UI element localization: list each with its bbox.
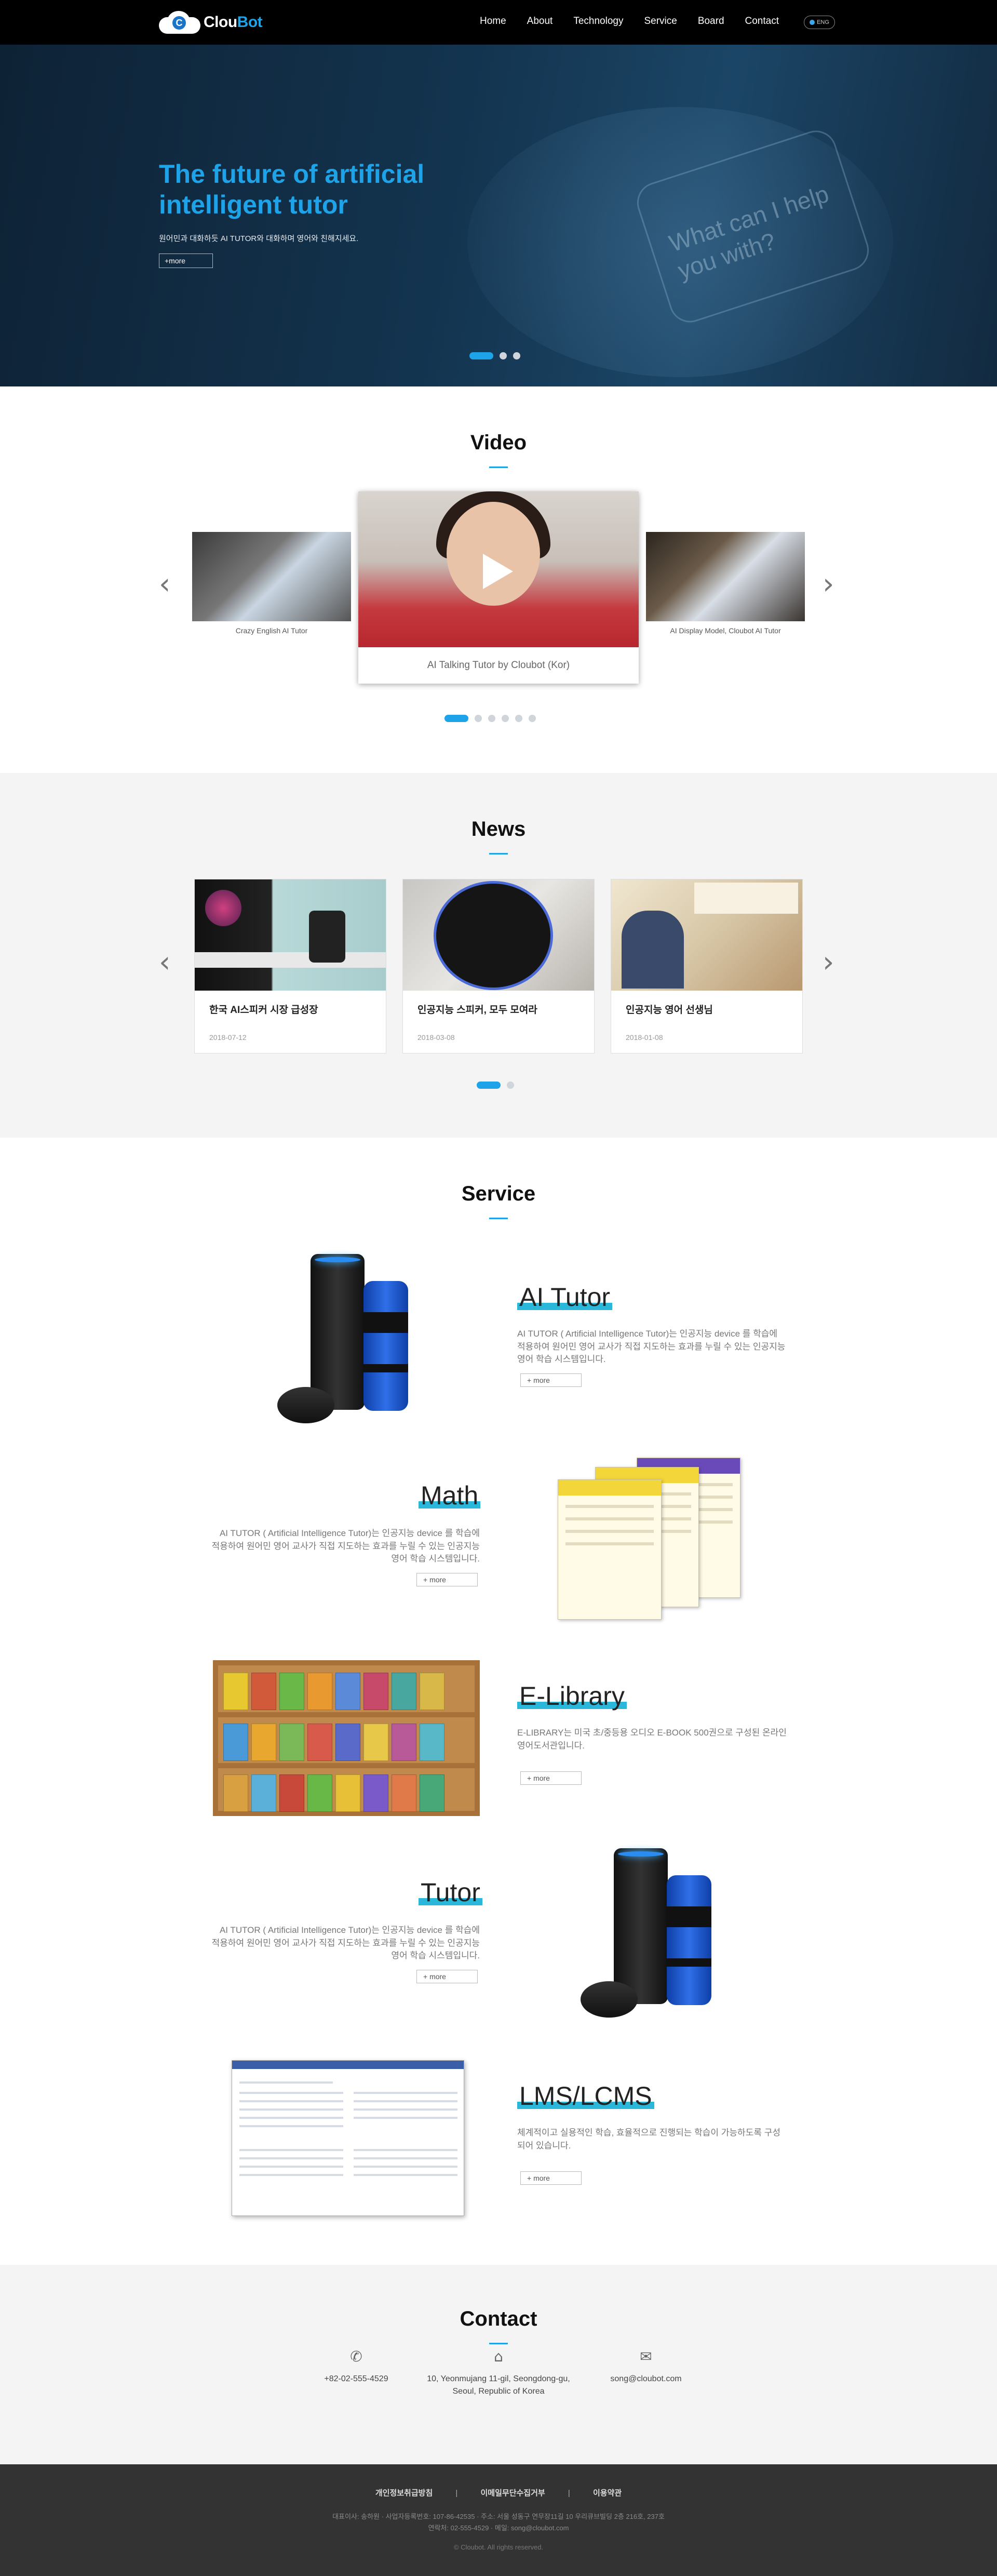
menu-home[interactable]: Home: [480, 16, 506, 27]
service-name-math[interactable]: Math: [419, 1480, 481, 1511]
video-dot-1[interactable]: [444, 715, 468, 722]
news-slider-dots: [477, 1082, 514, 1089]
hero-dot-1[interactable]: [469, 352, 493, 359]
page: C ClouBot Home About Technology Service …: [0, 0, 997, 2576]
news-date: 2018-03-08: [417, 1033, 455, 1042]
lms-more-button[interactable]: + more: [520, 2171, 582, 2185]
news-title-text: 한국 AI스피커 시장 급성장: [209, 1005, 318, 1016]
news-image: [403, 879, 594, 991]
service-desc-lms-lcms: 체계적이고 실용적인 학습, 효율적으로 진행되는 학습이 가능하도록 구성되어…: [517, 2128, 780, 2151]
service-desc-ai-tutor: AI TUTOR ( Artificial Intelligence Tutor…: [517, 1329, 786, 1365]
video-title: Video: [470, 431, 527, 454]
footer-address: 대표이사: 송하원 · 사업자등록번호: 107-86-42535 · 주소: …: [332, 2513, 665, 2532]
contact-section: Contact ✆ ⌂ ✉ +82-02-555-4529 10, Yeonmu…: [0, 2265, 997, 2464]
news-title-text: 인공지능 스피커, 모두 모여라: [417, 1005, 537, 1016]
video-section: Video ‹ › Crazy English AI Tutor AI Talk…: [0, 386, 997, 773]
menu-service[interactable]: Service: [644, 16, 677, 27]
main-menu: Home About Technology Service Board Cont…: [459, 16, 779, 27]
phone-icon: ✆: [350, 2348, 362, 2365]
tutor-more-button[interactable]: + more: [416, 1970, 478, 1983]
service-desc-e-library: E-LIBRARY는 미국 초/중등용 오디오 E-BOOK 500권으로 구성…: [517, 1728, 787, 1751]
video-thumbnail-crazy-english[interactable]: [192, 532, 351, 621]
service-name-e-library[interactable]: E-Library: [517, 1681, 627, 1711]
news-card[interactable]: 인공지능 영어 선생님 2018-01-08: [611, 879, 803, 1053]
video-dot-2[interactable]: [475, 715, 482, 722]
brand-name: ClouBot: [204, 14, 263, 31]
service-name-ai-tutor[interactable]: AI Tutor: [517, 1282, 613, 1312]
news-next-arrow[interactable]: ›: [823, 945, 834, 979]
menu-about[interactable]: About: [527, 16, 553, 27]
cloud-logo-icon: C: [159, 10, 201, 35]
news-section: News ‹ › 한국 AI스피커 시장 급성장 2018-07-12 인공지능…: [0, 773, 997, 1138]
top-navigation: C ClouBot Home About Technology Service …: [0, 0, 997, 45]
video-next-arrow[interactable]: ›: [823, 567, 834, 601]
ai-speaker-image: [578, 1844, 719, 2021]
news-image: [195, 879, 386, 991]
video-slider-dots: [444, 715, 536, 722]
footer-link-email-refusal[interactable]: 이메일무단수집거부: [481, 2489, 545, 2498]
news-dot-2[interactable]: [507, 1082, 514, 1089]
footer: 개인정보취급방침 | 이메일무단수집거부 | 이용약관 대표이사: 송하원 · …: [0, 2464, 997, 2576]
hero-dot-3[interactable]: [513, 352, 520, 359]
news-card[interactable]: 인공지능 스피커, 모두 모여라 2018-03-08: [402, 879, 595, 1053]
footer-link-privacy[interactable]: 개인정보취급방침: [375, 2489, 433, 2498]
menu-technology[interactable]: Technology: [573, 16, 623, 27]
ai-speaker-image: [275, 1250, 415, 1426]
footer-link-terms[interactable]: 이용약관: [593, 2489, 622, 2498]
news-image: [611, 879, 802, 991]
math-more-button[interactable]: + more: [416, 1573, 478, 1586]
menu-board[interactable]: Board: [698, 16, 724, 27]
service-name-tutor[interactable]: Tutor: [419, 1877, 482, 1907]
service-desc-math: AI TUTOR ( Artificial Intelligence Tutor…: [211, 1528, 480, 1564]
hero-banner: What can I help you with? The future of …: [0, 45, 997, 386]
video-prev-arrow[interactable]: ‹: [159, 567, 170, 601]
news-title-text: 인공지능 영어 선생님: [626, 1005, 713, 1016]
language-label: ENG: [817, 19, 829, 25]
menu-contact[interactable]: Contact: [745, 16, 779, 27]
play-icon[interactable]: [483, 554, 513, 589]
home-icon: ⌂: [494, 2348, 503, 2365]
news-prev-arrow[interactable]: ‹: [159, 945, 170, 979]
news-date: 2018-07-12: [209, 1033, 247, 1042]
contact-address: 10, Yeonmujang 11-gil, Seongdong-gu, Seo…: [427, 2374, 570, 2396]
video-thumbnail-featured: [358, 491, 639, 647]
hero-title: The future of artificial intelligent tut…: [159, 159, 425, 219]
news-card[interactable]: 한국 AI스피커 시장 급성장 2018-07-12: [194, 879, 386, 1053]
hero-slider-dots: [469, 352, 520, 359]
video-caption-3: AI Display Model, Cloubot AI Tutor: [670, 626, 781, 635]
hero-dot-2[interactable]: [500, 352, 507, 359]
ai-tutor-more-button[interactable]: + more: [520, 1373, 582, 1387]
contact-phone[interactable]: +82-02-555-4529: [299, 2373, 413, 2385]
service-desc-tutor: AI TUTOR ( Artificial Intelligence Tutor…: [211, 1925, 480, 1961]
service-name-lms-lcms[interactable]: LMS/LCMS: [517, 2081, 654, 2111]
globe-icon: [810, 20, 815, 25]
video-dot-5[interactable]: [515, 715, 522, 722]
language-toggle[interactable]: ENG: [804, 16, 835, 29]
envelope-icon: ✉: [640, 2348, 652, 2365]
hero-subtitle: 원어민과 대화하듯 AI TUTOR와 대화하며 영어와 친해지세요.: [159, 234, 359, 243]
news-title: News: [471, 818, 526, 840]
news-date: 2018-01-08: [626, 1033, 663, 1042]
contact-email[interactable]: song@cloubot.com: [589, 2373, 703, 2385]
ebook-shelf-image: [213, 1660, 480, 1816]
contact-title: Contact: [460, 2307, 537, 2330]
footer-copyright: © Cloubot. All rights reserved.: [453, 2543, 544, 2551]
hero-more-button[interactable]: +more: [159, 253, 213, 268]
footer-links: 개인정보취급방침 | 이메일무단수집거부 | 이용약관: [375, 2489, 622, 2498]
video-dot-6[interactable]: [529, 715, 536, 722]
e-library-more-button[interactable]: + more: [520, 1771, 582, 1785]
video-caption-1: Crazy English AI Tutor: [235, 626, 308, 635]
video-featured-card[interactable]: AI Talking Tutor by Cloubot (Kor): [358, 491, 639, 684]
lms-screenshot-image: [232, 2060, 464, 2216]
video-thumbnail-display-model[interactable]: [646, 532, 805, 621]
news-dot-1[interactable]: [477, 1082, 501, 1089]
video-dot-3[interactable]: [488, 715, 495, 722]
service-section: Service: [0, 1138, 997, 2265]
service-title: Service: [461, 1182, 536, 1205]
video-caption-2: AI Talking Tutor by Cloubot (Kor): [427, 660, 570, 671]
video-dot-4[interactable]: [502, 715, 509, 722]
logo[interactable]: C ClouBot: [159, 9, 263, 35]
